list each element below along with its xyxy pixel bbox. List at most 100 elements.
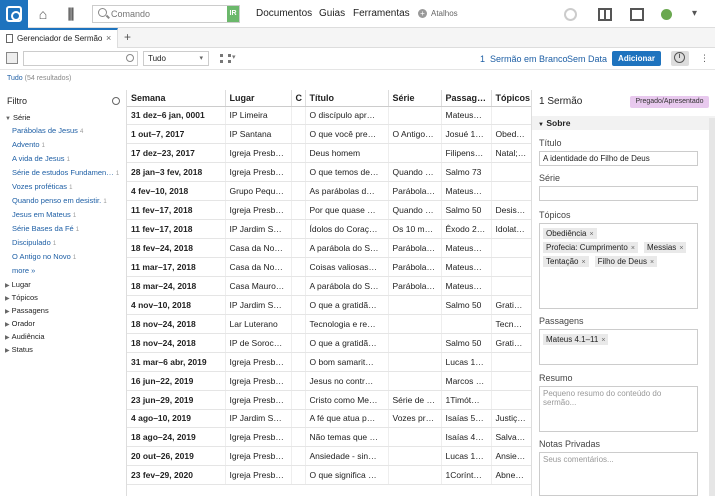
- table-row[interactable]: 20 out–26, 2019 Igreja Presb… Ansiedade - …: [127, 446, 531, 467]
- menu-atalhos[interactable]: Atalhos: [431, 9, 458, 18]
- filter-item[interactable]: Série de estudos Fundamen… 1: [12, 168, 119, 177]
- table-row[interactable]: 23 jun–29, 2019 Igreja Presb… Cristo como …: [127, 390, 531, 410]
- table-cell: Casa Mauro…: [225, 276, 292, 296]
- remove-icon[interactable]: ×: [601, 337, 605, 344]
- table-row[interactable]: 11 fev–17, 2018 Igreja Presb… Por que quas…: [127, 200, 531, 221]
- search-icon[interactable]: [112, 97, 120, 105]
- topicos-field[interactable]: Obediência × Profecia: Cumprimento × Messi…: [539, 223, 698, 309]
- passagens-field[interactable]: Mateus 4.1–11 ×: [539, 329, 698, 365]
- remove-icon[interactable]: ×: [631, 245, 635, 252]
- go-button[interactable]: IR: [227, 6, 239, 22]
- more-icon[interactable]: ⋮: [700, 53, 709, 64]
- table-cell: Os 10 m…: [388, 219, 442, 240]
- toggle-panel-icon[interactable]: [6, 52, 18, 64]
- column-header[interactable]: Lugar: [225, 90, 292, 107]
- filter-item[interactable]: Discipulado 1: [12, 238, 56, 247]
- table-row[interactable]: 16 jun–22, 2019 Igreja Presb… Jesus no con…: [127, 371, 531, 391]
- chevron-down-icon[interactable]: ▾: [692, 8, 697, 19]
- column-header[interactable]: C: [291, 90, 306, 107]
- table-cell: 11 fev–17, 2018: [127, 200, 226, 221]
- table-row[interactable]: 18 nov–24, 2018 IP de Soroc… O que a grati…: [127, 333, 531, 353]
- column-header[interactable]: Semana: [127, 90, 226, 107]
- more-link[interactable]: more »: [12, 266, 35, 275]
- table-row[interactable]: 31 dez–6 jan, 0001 IP Limeira O discípulo …: [127, 106, 531, 126]
- new-tab-button[interactable]: +: [124, 30, 131, 44]
- filter-group-audiencia[interactable]: ▶ Audiência: [5, 332, 45, 341]
- info-button[interactable]: i: [671, 51, 689, 66]
- blank-sermon-link[interactable]: Sermão em Branco: [490, 54, 568, 64]
- filter-item[interactable]: A vida de Jesus 1: [12, 154, 70, 163]
- serie-field[interactable]: [539, 186, 698, 201]
- table-row[interactable]: 4 ago–10, 2019 IP Jardim S… A fé que atua …: [127, 409, 531, 429]
- tab-label: Gerenciador de Sermão: [17, 34, 103, 43]
- table-row[interactable]: 18 mar–24, 2018 Casa Mauro… A parábola do …: [127, 276, 531, 296]
- filter-group-serie[interactable]: ▼ Série: [5, 113, 30, 122]
- remove-icon[interactable]: ×: [581, 259, 585, 266]
- table-row[interactable]: 11 fev–17, 2018 IP Jardim S… Ídolos do Cor…: [127, 219, 531, 240]
- results-summary: Tudo (54 resultados): [7, 75, 71, 82]
- remove-icon[interactable]: ×: [679, 245, 683, 252]
- section-sobre[interactable]: ▼ Sobre: [532, 116, 715, 130]
- filter-item[interactable]: Vozes proféticas 1: [12, 182, 72, 191]
- chevron-down-icon[interactable]: ▾: [232, 53, 236, 61]
- table-cell: [291, 124, 306, 145]
- filter-item[interactable]: Parábolas de Jesus 4: [12, 126, 83, 135]
- resumo-field[interactable]: Pequeno resumo do conteúdo do sermão...: [539, 386, 698, 432]
- table-row[interactable]: 28 jan–3 fev, 2018 Igreja Presb… O que tem…: [127, 162, 531, 183]
- column-header[interactable]: Passag…: [441, 90, 492, 107]
- no-date-link[interactable]: Sem Data: [567, 54, 607, 64]
- close-tab-icon[interactable]: ×: [106, 33, 111, 43]
- table-row[interactable]: 18 nov–24, 2018 Lar Luterano Tecnologia e …: [127, 314, 531, 334]
- library-icon[interactable]: ⫼: [63, 6, 79, 22]
- filter-input[interactable]: [23, 51, 138, 66]
- titulo-field[interactable]: A identidade do Filho de Deus: [539, 151, 698, 166]
- column-header[interactable]: Série: [388, 90, 442, 107]
- table-row[interactable]: 31 mar–6 abr, 2019 Igreja Presb… O bom sam…: [127, 352, 531, 372]
- table-row[interactable]: 18 fev–24, 2018 Casa da No… A parábola do …: [127, 238, 531, 258]
- results-label[interactable]: Tudo: [7, 75, 23, 82]
- table-cell: IP Jardim S…: [225, 409, 292, 429]
- table-cell: Êxodo 2…: [441, 219, 492, 240]
- close-panel-icon[interactable]: [630, 8, 644, 21]
- filter-item[interactable]: Série Bases da Fé 1: [12, 224, 79, 233]
- table-row[interactable]: 1 out–7, 2017 IP Santana O que você pre… O …: [127, 124, 531, 145]
- add-button[interactable]: Adicionar: [612, 51, 661, 66]
- table-row[interactable]: 4 nov–10, 2018 IP Jardim S… O que a gratid…: [127, 295, 531, 315]
- logos-logo-icon[interactable]: [0, 0, 28, 28]
- remove-icon[interactable]: ×: [589, 231, 593, 238]
- scope-select[interactable]: Tudo ▾: [143, 51, 209, 66]
- column-header[interactable]: Tópicos: [491, 90, 531, 107]
- sync-icon[interactable]: [564, 8, 577, 21]
- table-cell: A parábola do S…: [305, 238, 389, 258]
- columns-icon[interactable]: [220, 54, 231, 63]
- command-box[interactable]: IR: [92, 5, 240, 23]
- filter-group-topicos[interactable]: ▶ Tópicos: [5, 293, 38, 302]
- avatar[interactable]: [661, 9, 672, 20]
- table-row[interactable]: 4 fev–10, 2018 Grupo Pequ… As parábolas d……: [127, 181, 531, 202]
- detail-scrollbar[interactable]: [709, 118, 715, 496]
- table-row[interactable]: 17 dez–23, 2017 Igreja Presb… Deus homem Fi…: [127, 143, 531, 164]
- menu-ferramentas[interactable]: Ferramentas: [353, 8, 410, 19]
- filter-item[interactable]: Advento 1: [12, 140, 45, 149]
- table-row[interactable]: 23 fev–29, 2020 Igreja Presb… O que signif…: [127, 465, 531, 486]
- column-header[interactable]: Título: [305, 90, 389, 107]
- command-input[interactable]: [111, 7, 223, 21]
- filter-group-orador[interactable]: ▶ Orador: [5, 319, 35, 328]
- menu-documentos[interactable]: Documentos: [256, 8, 312, 19]
- tab-sermon-manager[interactable]: Gerenciador de Sermão ×: [0, 28, 118, 48]
- filter-item[interactable]: Jesus em Mateus 1: [12, 210, 76, 219]
- filter-item[interactable]: Quando penso em desistir. 1: [12, 196, 107, 205]
- filter-group-lugar[interactable]: ▶ Lugar: [5, 280, 31, 289]
- status-badge[interactable]: Pregado/Apresentado: [630, 96, 709, 108]
- home-icon[interactable]: ⌂: [35, 6, 51, 22]
- menu-guias[interactable]: Guias: [319, 8, 345, 19]
- table-cell: [491, 276, 531, 296]
- remove-icon[interactable]: ×: [650, 259, 654, 266]
- filter-item[interactable]: O Antigo no Novo 1: [12, 252, 76, 261]
- table-row[interactable]: 11 mar–17, 2018 Casa da No… Coisas valiosa…: [127, 257, 531, 277]
- filter-group-status[interactable]: ▶ Status: [5, 345, 33, 354]
- filter-group-passagens[interactable]: ▶ Passagens: [5, 306, 49, 315]
- notas-field[interactable]: Seus comentários...: [539, 452, 698, 496]
- table-row[interactable]: 18 ago–24, 2019 Igreja Presb… Não temas qu…: [127, 427, 531, 448]
- layout-icon[interactable]: [598, 8, 612, 21]
